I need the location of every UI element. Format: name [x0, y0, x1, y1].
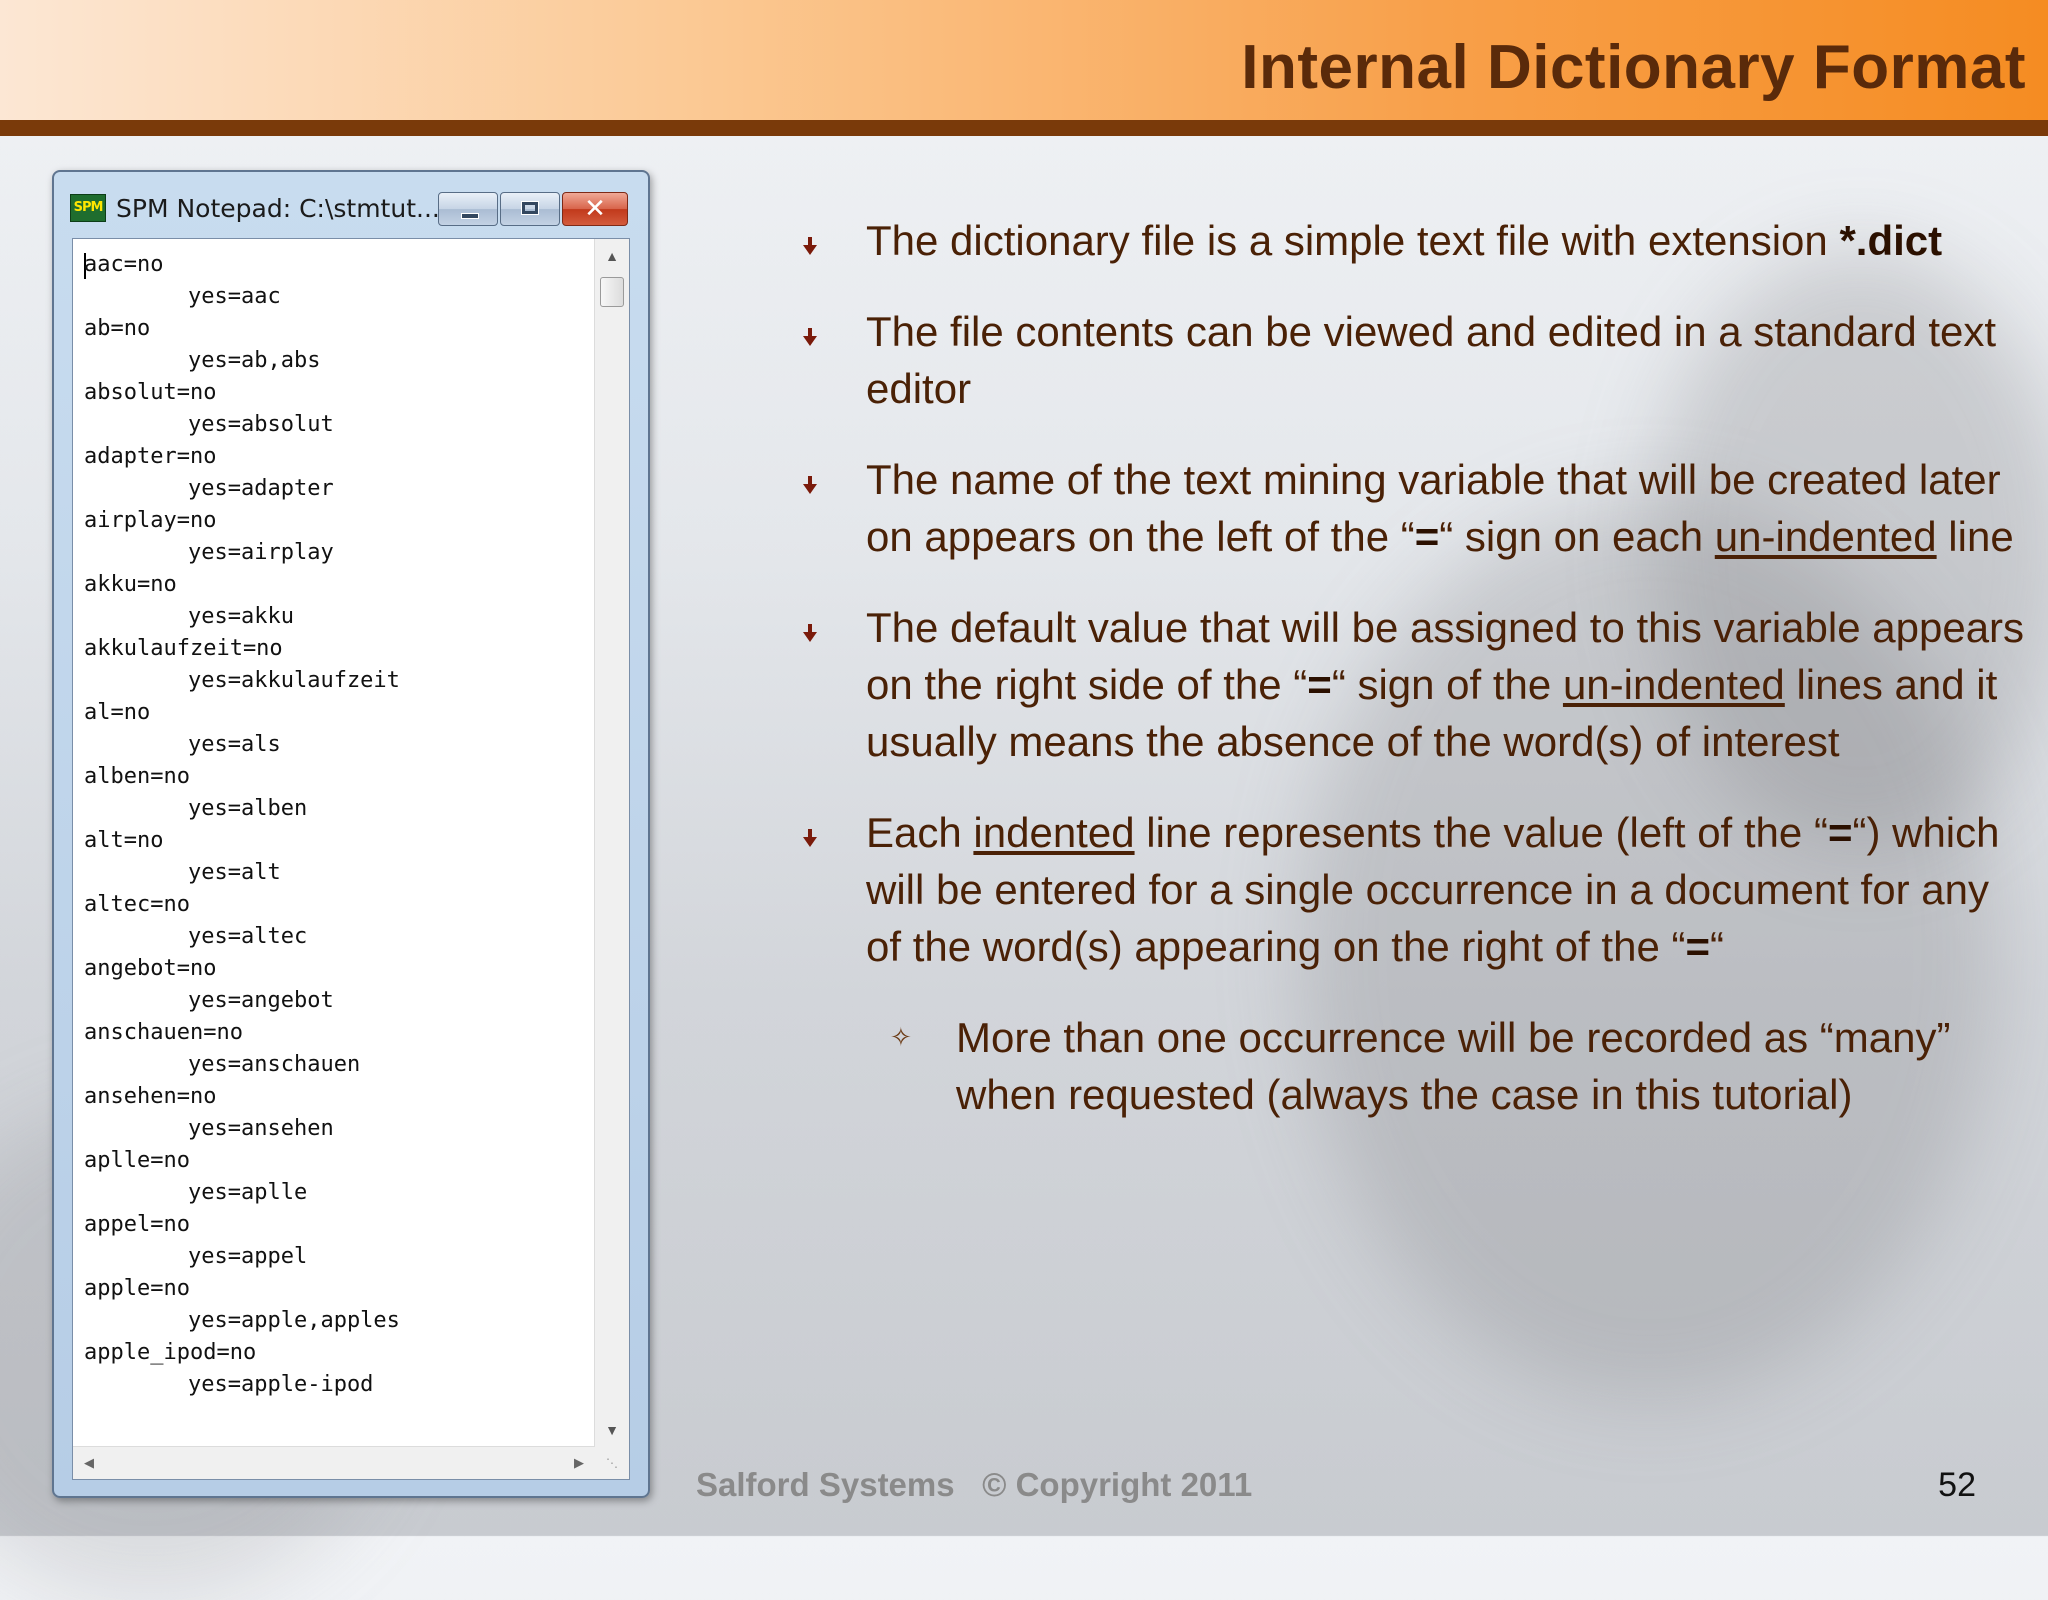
dictionary-line: akku=no: [84, 572, 177, 597]
bullet-text: un-indented: [1562, 661, 1785, 708]
bullet-text: “ sign on each: [1439, 513, 1715, 560]
bullet-item: The dictionary file is a simple text fil…: [800, 212, 2030, 269]
dictionary-line: yes=apple,apples: [188, 1308, 400, 1333]
bullet-text: line represents the value (left of the “: [1134, 809, 1828, 856]
bullet-item: Each indented line represents the value …: [800, 804, 2030, 975]
resize-grip-icon[interactable]: ⋱: [595, 1447, 629, 1479]
vertical-scrollbar[interactable]: ▲ ▼: [594, 239, 629, 1447]
footer-copyright: Salford Systems © Copyright 2011: [696, 1466, 1253, 1503]
dictionary-line: airplay=no: [84, 508, 217, 533]
dictionary-line: yes=appel: [188, 1244, 308, 1269]
dictionary-line: yes=apple-ipod: [188, 1372, 374, 1397]
minimize-button[interactable]: [438, 192, 498, 226]
window-titlebar[interactable]: SPM SPM Notepad: C:\stmtut... ✕: [64, 186, 634, 230]
dictionary-line: alben=no: [84, 764, 190, 789]
dictionary-line: yes=akkulaufzeit: [188, 668, 400, 693]
maximize-icon: [521, 201, 539, 215]
page-number: 52: [1938, 1466, 1976, 1504]
bullet-item: The file contents can be viewed and edit…: [800, 303, 2030, 417]
dictionary-line: angebot=no: [84, 956, 217, 981]
close-icon: ✕: [584, 194, 606, 224]
dictionary-line: altec=no: [84, 892, 190, 917]
dictionary-line: yes=adapter: [188, 476, 334, 501]
dictionary-line: alt=no: [84, 828, 164, 853]
arrow-bullet-icon: [800, 303, 824, 360]
dictionary-line: ansehen=no: [84, 1084, 217, 1109]
dictionary-line: yes=airplay: [188, 540, 334, 565]
bullet-text: indented: [973, 809, 1135, 856]
sub-bullet-item: ✧ More than one occurrence will be record…: [800, 1009, 2030, 1123]
bullet-text: =: [1307, 661, 1332, 708]
notepad-window: SPM SPM Notepad: C:\stmtut... ✕ aac=no ye…: [52, 170, 650, 1498]
bullet-item: The name of the text mining variable tha…: [800, 451, 2030, 565]
bullet-text: =: [1685, 923, 1711, 970]
dictionary-line: aplle=no: [84, 1148, 190, 1173]
dictionary-line: yes=aplle: [188, 1180, 308, 1205]
scroll-right-icon[interactable]: ▶: [563, 1447, 595, 1479]
bullet-item: The default value that will be assigned …: [800, 599, 2030, 770]
dictionary-line: yes=akku: [188, 604, 294, 629]
dictionary-line: anschauen=no: [84, 1020, 243, 1045]
dictionary-line: appel=no: [84, 1212, 190, 1237]
scroll-up-icon[interactable]: ▲: [595, 239, 629, 273]
close-button[interactable]: ✕: [562, 192, 628, 226]
bullet-text: The file contents can be viewed and edit…: [866, 308, 1997, 412]
bullet-text: un-indented: [1714, 513, 1937, 560]
spm-app-icon: SPM: [70, 194, 106, 222]
bullet-text: “ sign of the: [1331, 661, 1563, 708]
bullet-text: “: [1710, 923, 1725, 970]
dictionary-line: yes=aac: [188, 284, 281, 309]
diamond-bullet-icon: ✧: [890, 1022, 912, 1052]
dictionary-line: al=no: [84, 700, 151, 725]
horizontal-scrollbar[interactable]: ◀ ▶: [73, 1446, 595, 1479]
bullet-text: =: [1827, 809, 1853, 856]
dictionary-line: yes=ab,abs: [188, 348, 321, 373]
text-editor[interactable]: aac=no yes=aac ab=no yes=ab,abs absolut=no ye…: [72, 238, 630, 1480]
maximize-button[interactable]: [500, 192, 560, 226]
header-rule: [0, 120, 2048, 136]
arrow-bullet-icon: [800, 804, 824, 861]
arrow-bullet-icon: [800, 212, 824, 269]
bullet-list: The dictionary file is a simple text fil…: [800, 212, 2030, 1157]
dictionary-line: yes=altec: [188, 924, 308, 949]
dictionary-line: yes=absolut: [188, 412, 334, 437]
dictionary-line: ab=no: [84, 316, 151, 341]
bullet-text: *.dict: [1839, 217, 1943, 264]
slide-title: Internal Dictionary Format: [1241, 33, 2026, 102]
bullet-text: More than one occurrence will be recorde…: [956, 1014, 1951, 1118]
dictionary-line: adapter=no: [84, 444, 217, 469]
scroll-left-icon[interactable]: ◀: [73, 1447, 105, 1479]
dictionary-text[interactable]: aac=no yes=aac ab=no yes=ab,abs absolut=no ye…: [84, 249, 400, 1401]
dictionary-line: yes=alt: [188, 860, 281, 885]
bullet-text: line: [1936, 513, 2014, 560]
arrow-bullet-icon: [800, 599, 824, 656]
window-title: SPM Notepad: C:\stmtut...: [116, 194, 440, 223]
dictionary-line: yes=ansehen: [188, 1116, 334, 1141]
bullet-text: =: [1414, 513, 1440, 560]
dictionary-line: yes=anschauen: [188, 1052, 361, 1077]
scroll-down-icon[interactable]: ▼: [595, 1413, 629, 1447]
bullet-text: Each: [866, 809, 974, 856]
dictionary-line: akkulaufzeit=no: [84, 636, 283, 661]
arrow-bullet-icon: [800, 451, 824, 508]
minimize-icon: [461, 213, 479, 219]
dictionary-line: apple_ipod=no: [84, 1340, 257, 1365]
dictionary-line: aac=no: [84, 252, 164, 277]
bullet-text: The dictionary file is a simple text fil…: [866, 217, 1840, 264]
dictionary-line: yes=als: [188, 732, 281, 757]
dictionary-line: yes=alben: [188, 796, 308, 821]
dictionary-line: yes=angebot: [188, 988, 334, 1013]
scroll-thumb[interactable]: [600, 277, 624, 307]
dictionary-line: apple=no: [84, 1276, 190, 1301]
dictionary-line: absolut=no: [84, 380, 217, 405]
